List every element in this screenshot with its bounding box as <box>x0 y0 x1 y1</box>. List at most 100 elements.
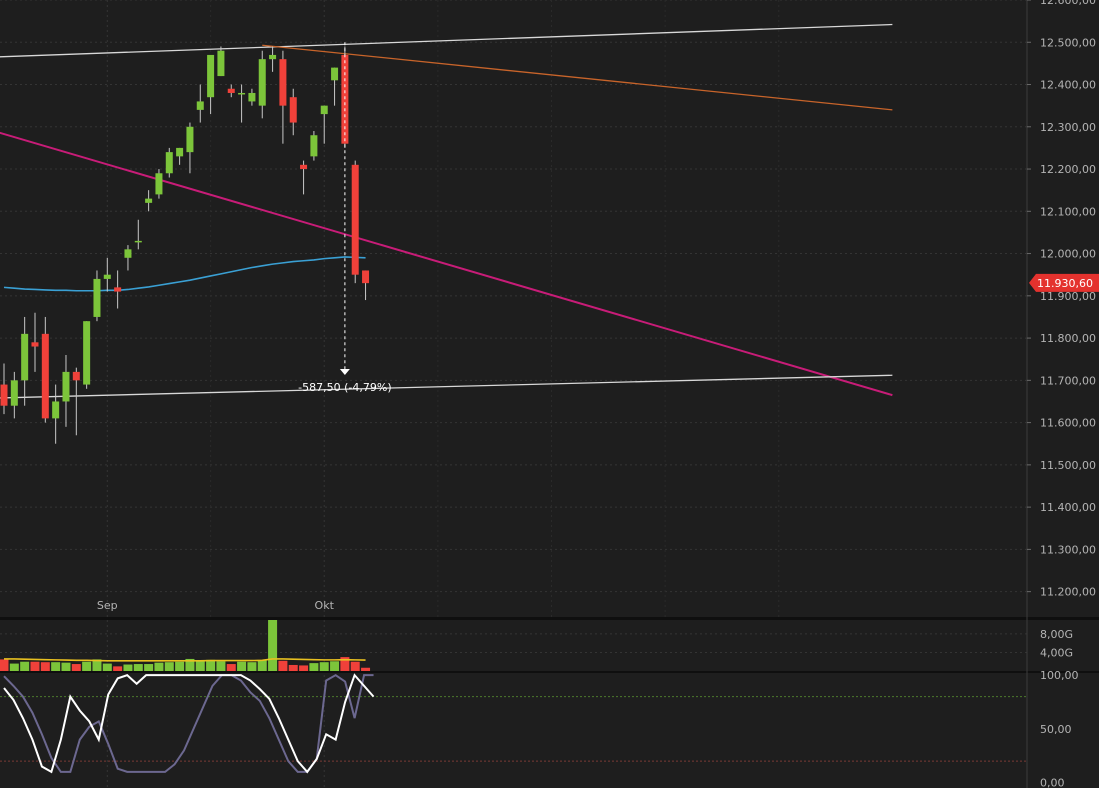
candle-body <box>10 380 18 406</box>
volume-bar <box>82 661 92 671</box>
price-axis-label: 11.600,00 <box>1040 417 1096 430</box>
last-price-label: 11.930,60 <box>1037 277 1093 290</box>
chart-root: -587,50 (-4,79%) Sep Okt 11.200,00 11.300,0… <box>0 0 1099 788</box>
candle-body <box>31 342 39 347</box>
volume-axis-label: 4,00G <box>1040 646 1073 659</box>
volume-bar <box>288 664 298 671</box>
candle-body <box>269 54 277 60</box>
volume-bar <box>309 663 319 671</box>
volume-bar <box>123 664 133 671</box>
candle-body <box>289 97 297 123</box>
volume-bar <box>61 662 71 671</box>
volume-bar <box>164 662 174 671</box>
candle-body <box>52 401 60 419</box>
volume-bar <box>226 664 236 671</box>
volume-bar <box>361 667 371 671</box>
volume-bar <box>71 664 81 671</box>
candle-body <box>186 126 194 153</box>
volume-bar <box>144 664 154 671</box>
volume-bar <box>216 661 226 671</box>
candle-body <box>227 88 235 93</box>
candle-body <box>320 105 328 115</box>
candle-body <box>300 164 308 170</box>
price-axis-label: 11.700,00 <box>1040 374 1096 387</box>
candle-body <box>21 333 29 381</box>
candle-body <box>145 198 153 203</box>
candle-body <box>114 287 122 292</box>
candle-body <box>62 371 70 402</box>
volume-bar <box>20 661 30 671</box>
candle-body <box>176 147 184 157</box>
volume-bar <box>206 659 216 671</box>
candle-body <box>310 135 318 157</box>
candle-body <box>165 152 173 174</box>
volume-bar <box>175 661 185 671</box>
price-axis-label: 11.500,00 <box>1040 459 1096 472</box>
candle-body <box>258 59 266 106</box>
price-axis-label: 12.200,00 <box>1040 163 1096 176</box>
price-axis-label: 11.800,00 <box>1040 332 1096 345</box>
price-axis-label: 11.400,00 <box>1040 501 1096 514</box>
stochastic-axis-label: 100,00 <box>1040 669 1079 682</box>
candle <box>217 46 225 77</box>
volume-bar <box>51 662 61 671</box>
volume-bar <box>113 666 123 671</box>
candle-body <box>238 92 246 95</box>
volume-bar <box>299 665 309 671</box>
time-axis-label: Sep <box>97 599 118 612</box>
volume-bar <box>278 660 288 671</box>
price-axis-label: 12.500,00 <box>1040 36 1096 49</box>
stochastic-axis-label: 0,00 <box>1040 777 1065 788</box>
volume-bar <box>9 663 19 671</box>
stochastic-axis-label: 50,00 <box>1040 723 1072 736</box>
candle <box>165 147 173 178</box>
price-axis-label: 11.300,00 <box>1040 543 1096 556</box>
volume-bar <box>102 663 112 671</box>
candle-body <box>351 164 359 275</box>
panel-separator <box>0 671 1099 673</box>
candle-body <box>41 333 49 419</box>
price-axis-label: 12.300,00 <box>1040 121 1096 134</box>
measure-label: -587,50 (-4,79%) <box>298 381 391 394</box>
time-axis-label: Okt <box>315 599 335 612</box>
volume-bar <box>0 659 9 671</box>
volume-bar <box>30 661 40 671</box>
volume-bar <box>319 662 329 671</box>
volume-bar <box>330 661 340 671</box>
volume-bar <box>195 661 205 671</box>
price-axis-label: 12.000,00 <box>1040 248 1096 261</box>
volume-bar <box>237 661 247 671</box>
volume-bar <box>247 662 257 671</box>
candle-body <box>134 240 142 243</box>
volume-bar <box>133 664 143 671</box>
volume-axis-label: 8,00G <box>1040 628 1073 641</box>
candle-body <box>155 173 163 195</box>
candle-body <box>248 92 256 102</box>
price-axis-label: 12.400,00 <box>1040 79 1096 92</box>
price-axis-label: 11.200,00 <box>1040 586 1096 599</box>
candle <box>83 321 91 389</box>
candle-body <box>93 278 101 317</box>
candle-body <box>72 371 80 381</box>
volume-bar <box>257 660 267 671</box>
candle-body <box>207 54 215 98</box>
candle-body <box>0 384 8 406</box>
volume-bar <box>40 662 50 671</box>
candle <box>155 169 163 199</box>
candle <box>310 131 318 161</box>
price-axis-label: 12.600,00 <box>1040 0 1096 7</box>
volume-bar <box>268 620 278 671</box>
candle-body <box>362 270 370 284</box>
candle-body <box>196 101 204 110</box>
price-axis-label: 12.100,00 <box>1040 205 1096 218</box>
candle-body <box>83 321 91 385</box>
candle-body <box>217 50 225 77</box>
candle-body <box>103 274 111 279</box>
volume-bar <box>154 662 164 671</box>
candle-body <box>331 67 339 81</box>
candle-body <box>124 249 132 258</box>
candle <box>351 160 359 284</box>
candle-body <box>279 59 287 106</box>
panel-separator <box>0 617 1099 620</box>
volume-bar <box>350 661 360 671</box>
